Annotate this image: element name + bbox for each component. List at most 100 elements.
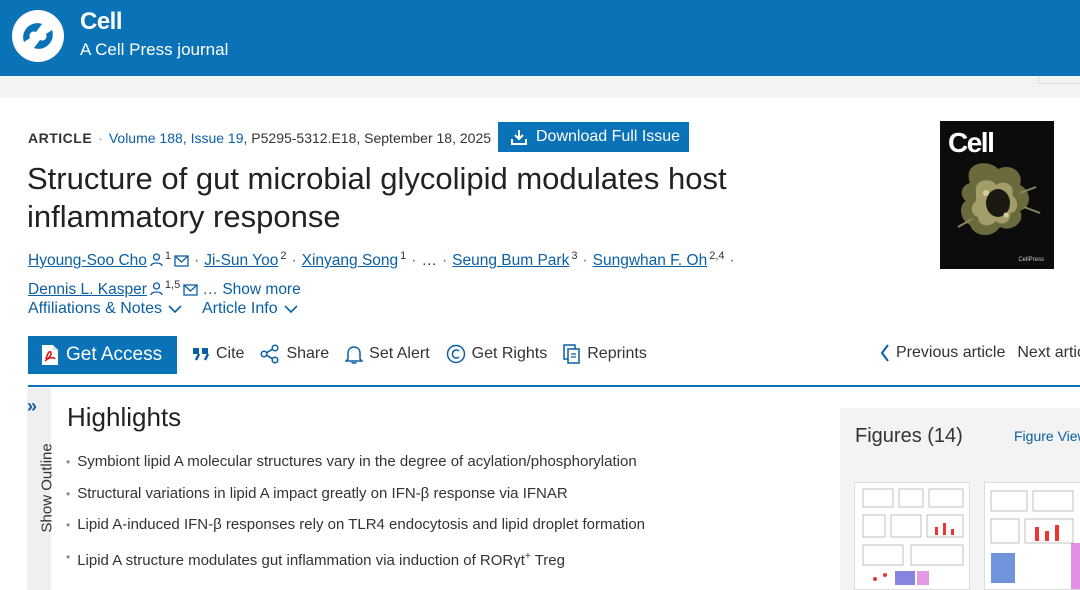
email-icon[interactable] (183, 284, 198, 296)
highlight-text: Lipid A structure modulates gut inflamma… (77, 547, 565, 571)
separator: · (441, 252, 448, 270)
bullet: • (66, 486, 71, 501)
figure-thumbnail[interactable] (854, 482, 970, 590)
next-article-link[interactable]: Next artic (1017, 344, 1080, 362)
article-info-tabs: Affiliations & Notes Article Info (28, 300, 298, 318)
author-link[interactable]: Hyoung-Soo Cho (28, 252, 147, 269)
issue-cover-image[interactable]: Cell CellPress (940, 121, 1054, 269)
tab-article-info[interactable]: Article Info (202, 300, 298, 318)
chevron-left-icon (880, 344, 889, 362)
separator: · (194, 252, 200, 270)
author-affiliation: 3 (571, 250, 578, 262)
separator: · (582, 252, 588, 270)
previous-article-link[interactable]: Previous article (880, 344, 1005, 362)
author-affiliation: 2 (280, 250, 287, 262)
get-access-label: Get Access (66, 344, 163, 365)
highlight-text-main: Lipid A structure modulates gut inflamma… (77, 551, 525, 569)
separator: · (729, 252, 735, 270)
action-bar-divider (28, 385, 1080, 387)
highlight-text: Symbiont lipid A molecular structures va… (77, 453, 637, 470)
quote-icon (193, 348, 210, 361)
show-outline-toggle[interactable]: » Show Outline (27, 388, 56, 590)
person-icon[interactable] (150, 282, 163, 296)
list-item: • Lipid A-induced IFN-β responses rely on… (66, 515, 645, 547)
download-full-issue-label: Download Full Issue (536, 128, 681, 145)
person-icon[interactable] (150, 253, 163, 267)
download-icon (511, 130, 527, 145)
set-alert-button[interactable]: Set Alert (345, 344, 430, 364)
article-navigation: Previous article Next artic (880, 344, 1080, 362)
figure-thumbnail[interactable] (984, 482, 1080, 590)
separator: · (98, 130, 103, 146)
tab-affiliations-notes[interactable]: Affiliations & Notes (28, 300, 182, 318)
chevron-down-icon (284, 305, 298, 314)
list-item: • Symbiont lipid A molecular structures v… (66, 452, 645, 484)
reprints-label: Reprints (587, 345, 647, 362)
bullet: • (66, 455, 71, 469)
set-alert-label: Set Alert (369, 345, 430, 362)
reprints-icon (563, 344, 580, 364)
pages-date: P5295-5312.E18, September 18, 2025 (251, 130, 492, 146)
bullet: • (66, 518, 71, 532)
article-title: Structure of gut microbial glycolipid mo… (27, 161, 727, 234)
next-article-label: Next artic (1017, 344, 1080, 361)
double-chevron-right-icon: » (27, 396, 38, 416)
site-header: Cell A Cell Press journal (0, 0, 1080, 76)
author-link[interactable]: Xinyang Song (302, 252, 399, 269)
share-icon (260, 344, 280, 364)
email-icon[interactable] (174, 255, 189, 267)
article-type: ARTICLE (28, 130, 93, 146)
cell-logo-icon[interactable] (10, 8, 66, 64)
chevron-down-icon (168, 305, 182, 314)
get-access-button[interactable]: Get Access (28, 336, 177, 374)
author-list: Hyoung-Soo Cho 1 · Ji-Sun Yoo 2 · Xinyang Song… (28, 244, 788, 302)
previous-article-label: Previous article (896, 344, 1006, 361)
article-actions: Cite Share Set Alert Get Rights Reprints (192, 344, 647, 364)
search-box-edge[interactable] (1038, 76, 1080, 84)
show-more-authors-link[interactable]: … Show more (203, 281, 301, 298)
sub-bar (0, 76, 1080, 98)
figures-heading: Figures (14) (855, 425, 963, 447)
separator: · (291, 252, 297, 270)
brand-title: Cell (80, 8, 123, 35)
cover-publisher: CellPress (1018, 257, 1044, 263)
figure-thumbnail-graphic (990, 490, 1080, 589)
author-affiliation: 1 (164, 250, 172, 262)
pdf-icon (42, 345, 58, 365)
show-outline-label: Show Outline (38, 443, 56, 533)
list-item: • Structural variations in lipid A impact… (66, 484, 645, 516)
article-meta: ARTICLE · Volume 188, Issue 19, P5295-5312… (28, 130, 491, 146)
volume-issue-link[interactable]: Volume 188, Issue 19 (109, 130, 244, 146)
author-ellipsis: … (421, 252, 437, 270)
author-link[interactable]: Sungwhan F. Oh (593, 252, 708, 269)
get-rights-button[interactable]: Get Rights (446, 344, 548, 364)
highlights-list: • Symbiont lipid A molecular structures v… (66, 452, 645, 578)
figure-thumbnail-graphic (862, 488, 964, 585)
share-button[interactable]: Share (260, 344, 329, 364)
author-affiliation: 1,5 (164, 279, 181, 292)
superscript: + (524, 550, 531, 562)
author-affiliation: 1 (400, 250, 407, 262)
get-rights-label: Get Rights (471, 345, 548, 362)
author-link[interactable]: Ji-Sun Yoo (204, 252, 278, 269)
separator: · (411, 252, 417, 270)
cover-artwork (957, 163, 1041, 236)
reprints-button[interactable]: Reprints (563, 344, 647, 364)
brand[interactable]: Cell A Cell Press journal (80, 8, 228, 62)
bell-icon (345, 346, 364, 364)
author-link[interactable]: Seung Bum Park (452, 252, 569, 269)
figure-viewer-link[interactable]: Figure View (1014, 428, 1080, 444)
copyright-icon (446, 344, 465, 364)
cite-button[interactable]: Cite (192, 344, 244, 364)
share-label: Share (286, 345, 330, 362)
author-link[interactable]: Dennis L. Kasper (28, 281, 147, 298)
tab-affiliations-notes-label: Affiliations & Notes (28, 300, 162, 317)
figures-panel: Figures (14) Figure View (840, 408, 1080, 590)
tab-article-info-label: Article Info (202, 300, 278, 317)
highlights-heading: Highlights (67, 402, 182, 432)
author-affiliation: 2,4 (709, 250, 725, 262)
bullet: • (66, 549, 71, 564)
brand-subtitle: A Cell Press journal (80, 40, 229, 59)
download-full-issue-button[interactable]: Download Full Issue (498, 122, 689, 152)
highlight-text: Lipid A-induced IFN-β responses rely on … (77, 516, 646, 533)
